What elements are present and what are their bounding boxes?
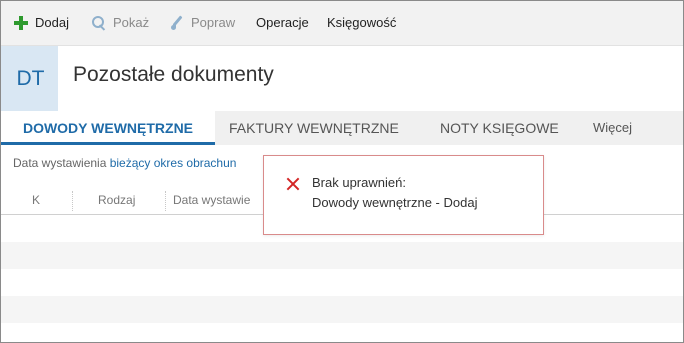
table-row — [1, 269, 683, 296]
add-button-label: Dodaj — [35, 15, 69, 30]
operations-menu[interactable]: Operacje — [256, 14, 309, 32]
column-issue-date[interactable]: Data wystawie — [173, 187, 250, 214]
edit-icon — [169, 15, 185, 31]
column-separator — [165, 191, 166, 211]
date-filter-label: Data wystawienia — [13, 156, 107, 170]
column-separator — [72, 191, 73, 211]
date-filter: Data wystawienia bieżący okres obrachun — [13, 156, 236, 170]
toolbar: Dodaj Pokaż Popraw Operacje Księgowość — [1, 1, 683, 46]
edit-button-label: Popraw — [191, 15, 236, 30]
error-message: Brak uprawnień: Dowody wewnętrzne - Doda… — [312, 173, 477, 213]
error-title: Brak uprawnień: — [312, 175, 406, 190]
error-detail: Dowody wewnętrzne - Dodaj — [312, 195, 478, 210]
error-x-icon — [286, 177, 300, 191]
accounting-menu[interactable]: Księgowość — [327, 14, 396, 32]
plus-icon — [13, 15, 29, 31]
column-type[interactable]: Rodzaj — [98, 187, 135, 214]
operations-menu-label: Operacje — [256, 15, 309, 30]
date-filter-value-link[interactable]: bieżący okres obrachun — [110, 156, 237, 170]
page-title: Pozostałe dokumenty — [73, 63, 274, 86]
tab-bar: DOWODY WEWNĘTRZNE FAKTURY WEWNĘTRZNE NOT… — [1, 111, 683, 145]
show-button[interactable]: Pokaż — [91, 14, 149, 32]
add-button[interactable]: Dodaj — [13, 14, 69, 32]
module-badge: DT — [1, 46, 58, 111]
edit-button[interactable]: Popraw — [169, 14, 235, 32]
module-badge-text: DT — [16, 66, 45, 90]
accounting-menu-label: Księgowość — [327, 15, 397, 30]
table-row — [1, 242, 683, 269]
error-popup: Brak uprawnień: Dowody wewnętrzne - Doda… — [263, 155, 544, 235]
column-k[interactable]: K — [32, 187, 40, 214]
search-icon — [91, 15, 107, 31]
tab-more[interactable]: Więcej — [593, 111, 632, 145]
tab-accounting-notes[interactable]: NOTY KSIĘGOWE — [440, 111, 559, 145]
tab-internal-invoices[interactable]: FAKTURY WEWNĘTRZNE — [229, 111, 399, 145]
table-row — [1, 296, 683, 323]
tab-internal-receipts[interactable]: DOWODY WEWNĘTRZNE — [1, 111, 215, 145]
app-window: Dodaj Pokaż Popraw Operacje Księgowość D… — [0, 0, 684, 343]
show-button-label: Pokaż — [113, 15, 150, 30]
